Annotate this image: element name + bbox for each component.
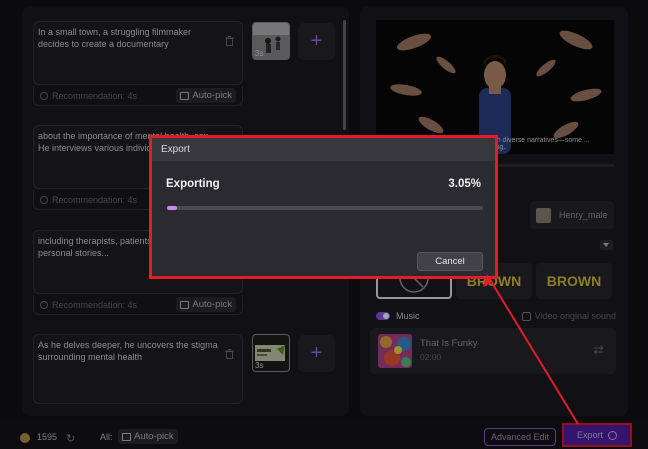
cancel-label: Cancel: [435, 256, 465, 267]
cancel-button[interactable]: Cancel: [417, 252, 483, 271]
dialog-titlebar: Export: [152, 138, 495, 161]
export-dialog: Export Exporting 3.05% Cancel: [149, 135, 498, 279]
export-progress-fill: [167, 206, 177, 210]
dialog-title: Export: [161, 144, 190, 155]
export-status: Exporting: [166, 178, 220, 190]
export-percent: 3.05%: [448, 178, 481, 190]
export-progress-bar: [167, 206, 483, 210]
